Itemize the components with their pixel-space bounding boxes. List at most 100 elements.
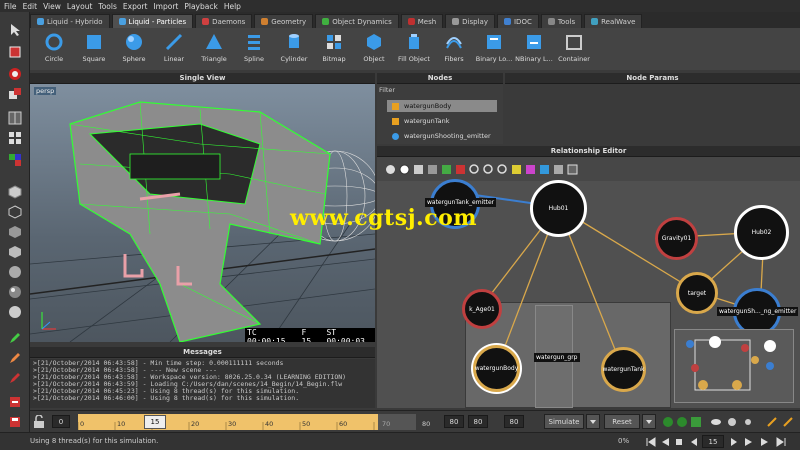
messages-log[interactable]: >[21/October/2014 06:43:58] - Min time s… [30,359,375,408]
shaded-sphere-icon[interactable] [6,284,24,300]
tab-liquid-hybrido[interactable]: Liquid - Hybrido [30,14,110,28]
chevron-down-icon [646,419,652,424]
sphere-icon[interactable] [6,264,24,280]
step-forward-icon[interactable] [730,437,740,447]
cache-icon[interactable] [690,416,702,428]
layout-icon[interactable] [6,110,24,126]
menu-export[interactable]: Export [123,2,148,11]
graph-minimap[interactable] [674,329,794,403]
simulate-dropdown[interactable] [586,414,600,429]
node-item-watergunbody[interactable]: watergunBody [387,100,497,112]
node-gravity01[interactable]: Gravity01 [655,217,698,260]
fibers-button[interactable]: Fibers [434,28,474,63]
tab-mesh[interactable]: Mesh [400,14,444,28]
play-green-icon[interactable] [662,416,674,428]
brush-icon[interactable] [6,350,24,366]
timeline-end-field[interactable]: 80 [444,415,464,428]
node-hub02[interactable]: Hub02 [734,205,789,260]
reset-button[interactable]: Reset [604,414,640,429]
node-item-shooting-emitter[interactable]: watergunShooting_emitter [387,130,501,142]
triangle-emitter-button[interactable]: Triangle [194,28,234,63]
play-loop-icon[interactable] [760,437,770,447]
dot-icon[interactable] [742,416,754,428]
menu-import[interactable]: Import [153,2,178,11]
cylinder-emitter-button[interactable]: Cylinder [274,28,314,63]
tab-realwave[interactable]: RealWave [584,14,643,28]
idoc-icon [503,18,511,25]
eye-icon[interactable] [710,416,722,428]
visibility-icon[interactable] [726,416,738,428]
square-emitter-button[interactable]: Square [74,28,114,63]
timeline-range-end[interactable]: 80 [504,415,524,428]
binary-loader-button[interactable]: Binary Lo... [474,28,514,63]
pencil-icon[interactable] [6,330,24,346]
node-item-watergunTank[interactable]: watergunTank [387,115,497,127]
tab-display[interactable]: Display [445,14,495,28]
fill-object-icon [409,34,419,49]
menu-help[interactable]: Help [224,2,241,11]
menu-playback[interactable]: Playback [184,2,217,11]
tab-liquid-particles[interactable]: Liquid - Particles [111,14,194,28]
container-button[interactable]: Container [554,28,594,63]
timeline-end-field-2[interactable]: 80 [468,415,488,428]
fill-object-button[interactable]: Fill Object [394,28,434,63]
spline-emitter-button[interactable]: Spline [234,28,274,63]
key-set-icon[interactable] [782,416,794,428]
timeline-start-field[interactable]: 0 [52,415,70,428]
tab-daemons[interactable]: Daemons [195,14,253,28]
scale-icon[interactable] [6,86,24,102]
tool-red-icon[interactable] [6,370,24,386]
linear-emitter-button[interactable]: Linear [154,28,194,63]
rotate-icon[interactable] [6,66,24,82]
shaded-cube-icon[interactable] [6,224,24,240]
play-forward-icon[interactable] [744,437,754,447]
solid-cube-icon[interactable] [6,244,24,260]
reset-dropdown[interactable] [642,414,656,429]
menu-layout[interactable]: Layout [67,2,93,11]
object-emitter-button[interactable]: Object [354,28,394,63]
export-icon[interactable] [6,394,24,410]
node-watergun-body[interactable]: watergunBody [473,345,520,392]
menu-view[interactable]: View [43,2,61,11]
node-age01[interactable]: k_Age01 [462,289,502,329]
sphere-emitter-button[interactable]: Sphere [114,28,154,63]
relationship-editor[interactable]: watergunTank_emitter Hub01 Gravity01 Hub… [377,157,800,408]
step-back-icon[interactable] [688,437,698,447]
play-back-icon[interactable] [660,437,670,447]
tab-idoc[interactable]: IDOC [496,14,539,28]
nbinary-loader-button[interactable]: NBinary L... [514,28,554,63]
timeline-current-frame[interactable]: 15 [144,415,166,429]
simulate-button[interactable]: Simulate [544,414,584,429]
node-hub01[interactable]: Hub01 [530,180,587,237]
tab-object-dynamics[interactable]: Object Dynamics [315,14,399,28]
lit-sphere-icon[interactable] [6,304,24,320]
node-group-label[interactable]: watergun_grp [534,353,580,362]
mesh-icon [407,18,415,25]
timeline-ruler[interactable]: 0 10 20 30 40 50 60 15 [77,414,378,430]
menu-file[interactable]: File [4,2,17,11]
current-frame-field[interactable]: 15 [702,435,724,448]
first-frame-icon[interactable] [646,437,656,447]
move-icon[interactable] [6,44,24,60]
tab-geometry[interactable]: Geometry [254,14,314,28]
grid-icon[interactable] [6,130,24,146]
play-simulate-icon[interactable] [676,416,688,428]
node-target[interactable]: target [676,272,718,314]
tab-tools[interactable]: Tools [540,14,583,28]
bitmap-emitter-button[interactable]: Bitmap [314,28,354,63]
triangle-emitter-icon [206,34,222,49]
select-arrow-icon[interactable] [6,22,24,38]
color-cube-icon[interactable] [6,152,24,168]
circle-emitter-button[interactable]: Circle [34,28,74,63]
cube-icon[interactable] [6,184,24,200]
save-icon[interactable] [6,414,24,430]
menu-edit[interactable]: Edit [23,2,38,11]
menu-tools[interactable]: Tools [98,2,116,11]
last-frame-icon[interactable] [776,437,786,447]
key-icon[interactable] [766,416,778,428]
lock-icon[interactable] [32,415,46,429]
binary-loader-icon [487,35,501,49]
stop-icon[interactable] [674,437,684,447]
node-watergun-tank[interactable]: watergunTank [601,347,646,392]
wire-cube-icon[interactable] [6,204,24,220]
